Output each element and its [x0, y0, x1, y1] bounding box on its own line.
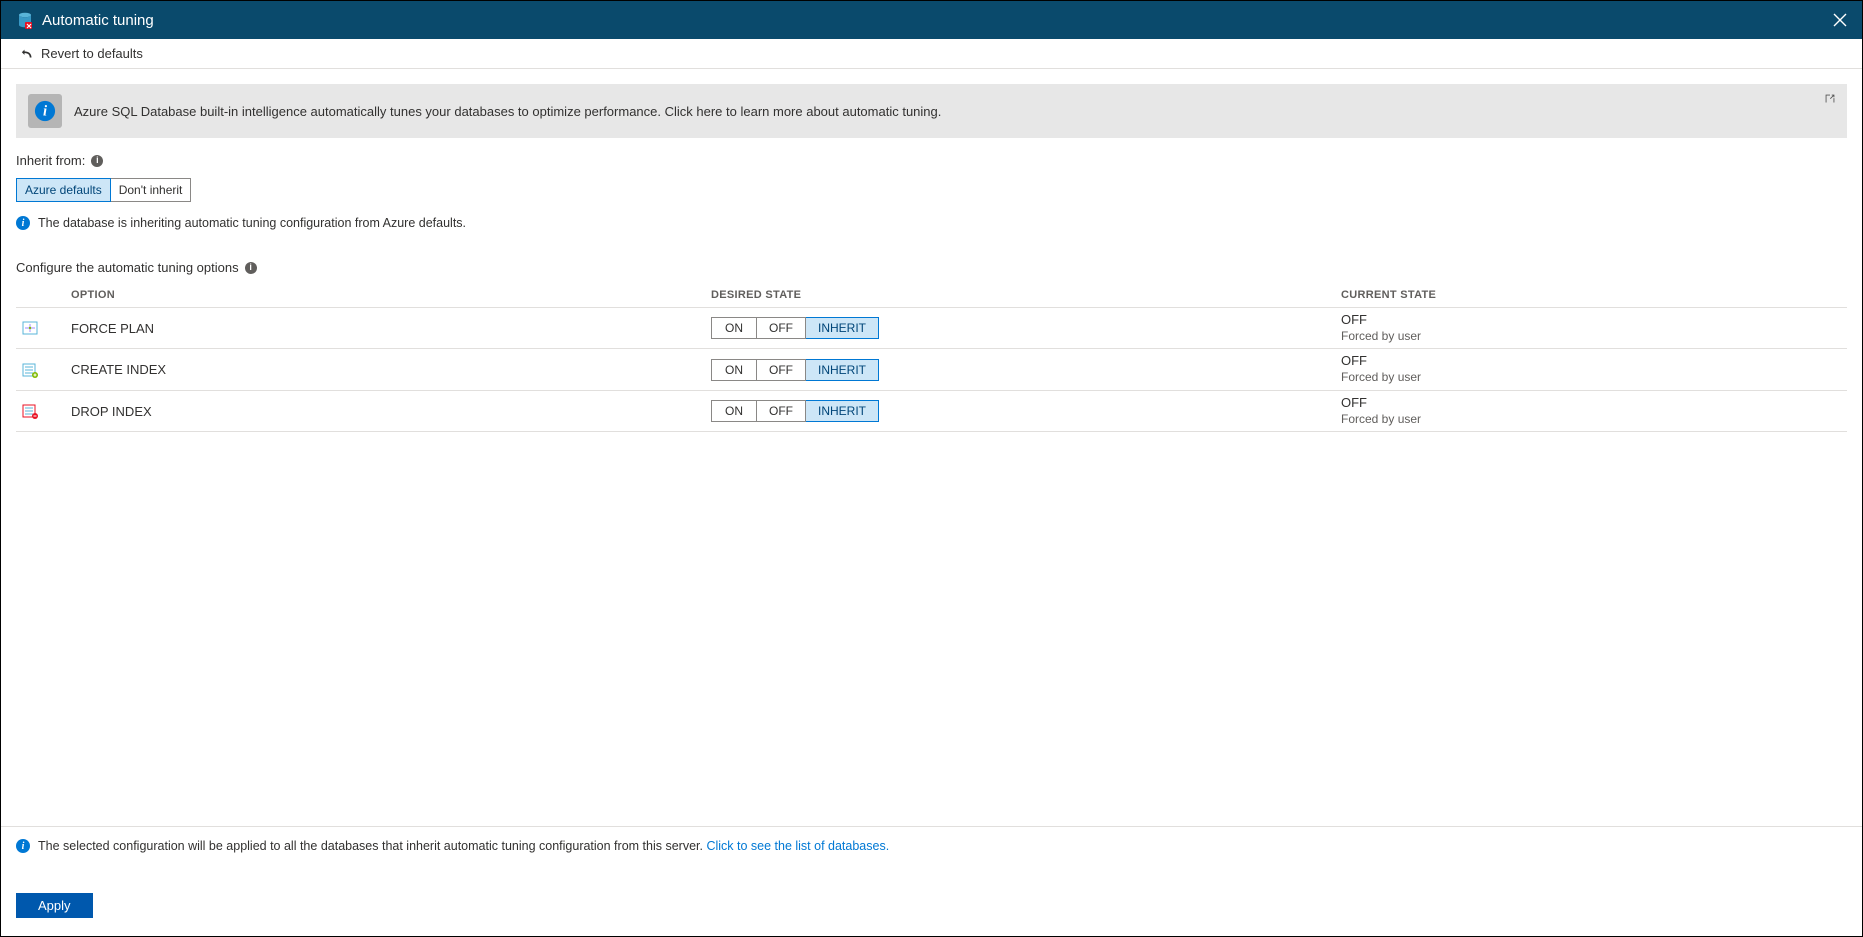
state-inherit-button[interactable]: INHERIT: [806, 400, 879, 422]
content-area: i Azure SQL Database built-in intelligen…: [1, 69, 1862, 826]
configure-label-row: Configure the automatic tuning options i: [16, 260, 1847, 275]
inherit-from-label: Inherit from:: [16, 153, 85, 168]
inherit-status-text: The database is inheriting automatic tun…: [38, 216, 466, 230]
table-row: DROP INDEX ON OFF INHERIT OFF Forced by …: [16, 391, 1847, 432]
current-state: OFF Forced by user: [1341, 312, 1847, 344]
footer: i The selected configuration will be app…: [1, 826, 1862, 936]
sql-database-icon: [16, 11, 34, 29]
configure-label: Configure the automatic tuning options: [16, 260, 239, 275]
inherit-azure-defaults-button[interactable]: Azure defaults: [16, 178, 111, 202]
info-banner[interactable]: i Azure SQL Database built-in intelligen…: [16, 84, 1847, 138]
create-index-icon: [16, 362, 71, 378]
state-on-button[interactable]: ON: [711, 400, 757, 422]
state-off-button[interactable]: OFF: [757, 359, 806, 381]
toolbar: Revert to defaults: [1, 39, 1862, 69]
footer-text: The selected configuration will be appli…: [38, 839, 706, 853]
desired-state-toggle: ON OFF INHERIT: [711, 317, 1341, 339]
state-inherit-button[interactable]: INHERIT: [806, 317, 879, 339]
inherit-status-line: i The database is inheriting automatic t…: [16, 216, 1847, 230]
col-desired: DESIRED STATE: [711, 289, 1341, 301]
inherit-from-label-row: Inherit from: i: [16, 153, 1847, 168]
row-name: DROP INDEX: [71, 404, 711, 419]
row-name: FORCE PLAN: [71, 321, 711, 336]
info-banner-text: Azure SQL Database built-in intelligence…: [74, 104, 941, 119]
col-option: OPTION: [71, 289, 711, 301]
col-current: CURRENT STATE: [1341, 289, 1847, 301]
blade-header: Automatic tuning: [1, 1, 1862, 39]
close-icon: [1833, 13, 1847, 27]
force-plan-icon: [16, 320, 71, 336]
table-header: OPTION DESIRED STATE CURRENT STATE: [16, 283, 1847, 307]
footer-info-line: i The selected configuration will be app…: [16, 839, 1847, 853]
options-table: OPTION DESIRED STATE CURRENT STATE FORCE…: [16, 283, 1847, 432]
inherit-dont-inherit-button[interactable]: Don't inherit: [111, 178, 192, 202]
configure-help-icon[interactable]: i: [245, 262, 257, 274]
drop-index-icon: [16, 403, 71, 419]
revert-label: Revert to defaults: [41, 46, 143, 61]
current-state: OFF Forced by user: [1341, 353, 1847, 385]
footer-databases-link[interactable]: Click to see the list of databases.: [706, 839, 889, 853]
apply-button[interactable]: Apply: [16, 893, 93, 918]
current-state-value: OFF: [1341, 312, 1847, 329]
revert-to-defaults-button[interactable]: Revert to defaults: [21, 46, 143, 61]
undo-icon: [21, 47, 35, 61]
current-state-sub: Forced by user: [1341, 412, 1847, 428]
close-button[interactable]: [1818, 1, 1862, 39]
blade-title: Automatic tuning: [42, 12, 154, 29]
info-icon: i: [16, 216, 30, 230]
info-icon: i: [16, 839, 30, 853]
open-external-icon: [1823, 92, 1837, 106]
state-inherit-button[interactable]: INHERIT: [806, 359, 879, 381]
state-on-button[interactable]: ON: [711, 317, 757, 339]
inherit-from-toggle: Azure defaults Don't inherit: [16, 178, 1847, 202]
inherit-help-icon[interactable]: i: [91, 155, 103, 167]
state-off-button[interactable]: OFF: [757, 400, 806, 422]
desired-state-toggle: ON OFF INHERIT: [711, 359, 1341, 381]
current-state: OFF Forced by user: [1341, 395, 1847, 427]
current-state-value: OFF: [1341, 395, 1847, 412]
desired-state-toggle: ON OFF INHERIT: [711, 400, 1341, 422]
current-state-value: OFF: [1341, 353, 1847, 370]
state-on-button[interactable]: ON: [711, 359, 757, 381]
info-banner-icon: i: [28, 94, 62, 128]
state-off-button[interactable]: OFF: [757, 317, 806, 339]
table-row: CREATE INDEX ON OFF INHERIT OFF Forced b…: [16, 349, 1847, 390]
row-name: CREATE INDEX: [71, 362, 711, 377]
current-state-sub: Forced by user: [1341, 370, 1847, 386]
current-state-sub: Forced by user: [1341, 329, 1847, 345]
table-row: FORCE PLAN ON OFF INHERIT OFF Forced by …: [16, 307, 1847, 349]
svg-text:i: i: [43, 104, 47, 120]
open-external-button[interactable]: [1823, 92, 1837, 109]
